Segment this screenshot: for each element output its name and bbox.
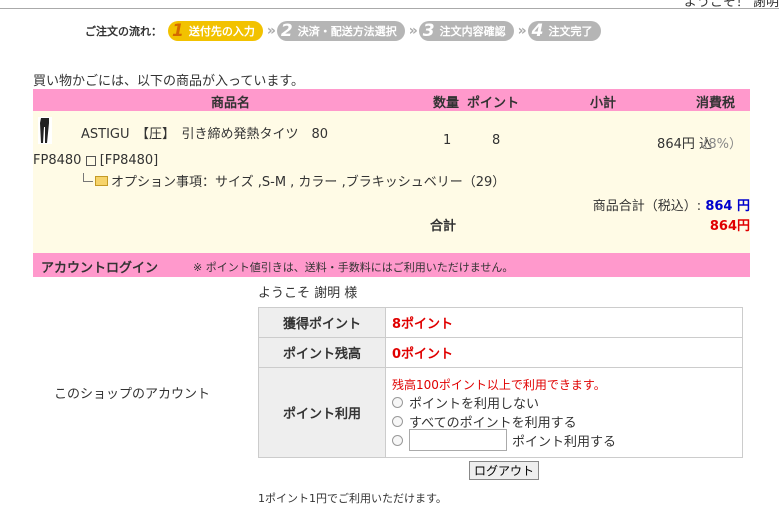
point-usage-notice: 残高100ポイント以上で利用できます。 [392, 377, 606, 392]
item-point: 8 [492, 133, 501, 148]
col-point: ポイント [467, 96, 520, 111]
step-3-label: 注文内容確認 [439, 25, 506, 38]
radio-custom-points-label: ポイント利用する [512, 434, 617, 450]
radio-custom-points[interactable]: ポイント利用する [392, 429, 741, 451]
total-label: 合計 [430, 219, 457, 234]
step-2-number: 2 [280, 21, 293, 41]
shop-account-label: このショップのアカウント [54, 387, 211, 402]
folder-icon [95, 175, 108, 186]
product-name[interactable]: ASTIGU 【圧】 引き締め発熱タイツ 80 [81, 123, 328, 142]
radio-no-points[interactable]: ポイントを利用しない [392, 393, 741, 412]
radio-no-points-label: ポイントを利用しない [409, 396, 540, 412]
goods-total: 商品合計（税込）: 864 円 [593, 195, 750, 214]
cart-body: ASTIGU 【圧】 引き締め発熱タイツ 80 FP8480 [FP8480] … [33, 111, 750, 261]
total-value: 864円 [709, 219, 750, 234]
step-1: 1 送付先の入力 [168, 21, 263, 41]
goods-total-value: 864 円 [705, 199, 750, 214]
item-tax-rate: （8%） [695, 137, 742, 152]
step-2-label: 決済・配送方法選択 [297, 25, 397, 38]
tree-branch-icon [83, 173, 93, 182]
product-code-bracket: [FP8480] [99, 153, 159, 168]
account-login-title: アカウントログイン [41, 261, 159, 276]
chevron-right-icon: » [408, 23, 418, 39]
points-amount-input[interactable] [409, 429, 507, 451]
radio-all-points-label: すべてのポイントを利用する [409, 415, 577, 431]
point-discount-note: ※ ポイント値引きは、送料・手数料にはご利用いただけません。 [193, 261, 514, 274]
order-flow: ご注文の流れ： 1 送付先の入力 » 2 決済・配送方法選択 » 3 注文内容確認 »… [85, 20, 601, 42]
cart-table: 商品名 数量 ポイント 小計 消費税 ASTIGU 【圧】 引き締め発熱タイツ … [33, 89, 750, 261]
col-qty: 数量 [433, 96, 460, 111]
col-subtotal: 小計 [590, 96, 617, 111]
top-bar: ようこそ！ 謝明 [0, 0, 779, 10]
radio-circle-icon[interactable] [392, 434, 403, 446]
step-4-number: 4 [531, 21, 544, 41]
earned-points-value: 8ポイント [385, 307, 743, 338]
earned-points-label: 獲得ポイント [258, 307, 386, 338]
point-usage-label: ポイント利用 [258, 367, 386, 458]
logout-button[interactable]: ログアウト [469, 461, 540, 480]
point-rate-note: 1ポイント1円でご利用いただけます。 [258, 492, 447, 505]
account-login-header: アカウントログイン ※ ポイント値引きは、送料・手数料にはご利用いただけません。 [33, 253, 750, 277]
radio-circle-icon[interactable] [392, 415, 403, 427]
product-code-text: FP8480 [33, 153, 82, 168]
product-option: オプション事項：サイズ ,S-M , カラー ,ブラキッシュベリー（29） [83, 171, 505, 190]
radio-all-points[interactable]: すべてのポイントを利用する [392, 412, 741, 431]
top-greeting: ようこそ！ 謝明 [683, 0, 779, 10]
point-usage-cell: 残高100ポイント以上で利用できます。 ポイントを利用しない すべてのポイントを… [385, 367, 743, 458]
step-4: 4 注文完了 [527, 21, 601, 41]
option-text: オプション事項：サイズ ,S-M , カラー ,ブラキッシュベリー（29） [111, 175, 506, 190]
point-balance-label: ポイント残高 [258, 337, 386, 368]
item-qty: 1 [443, 133, 452, 148]
chevron-right-icon: » [266, 23, 276, 39]
chevron-right-icon: » [517, 23, 527, 39]
point-balance-value: 0ポイント [385, 337, 743, 368]
step-3-number: 3 [422, 21, 435, 41]
step-4-label: 注文完了 [548, 25, 593, 38]
product-code: FP8480 [FP8480] [33, 153, 158, 168]
radio-circle-icon[interactable] [392, 396, 403, 408]
step-3: 3 注文内容確認 [418, 21, 514, 41]
col-tax: 消費税 [696, 96, 736, 111]
goods-total-label: 商品合計（税込）: [592, 199, 702, 214]
step-1-number: 1 [172, 21, 184, 41]
step-2: 2 決済・配送方法選択 [276, 21, 405, 41]
cart-header: 商品名 数量 ポイント 小計 消費税 [33, 89, 750, 111]
cart-intro: 買い物かごには、以下の商品が入っています。 [33, 74, 305, 89]
order-flow-label: ご注文の流れ： [85, 25, 162, 38]
product-thumbnail[interactable] [38, 117, 52, 144]
step-1-label: 送付先の入力 [188, 25, 255, 38]
point-table: 獲得ポイント 8ポイント ポイント残高 0ポイント ポイント利用 残高100ポイ… [258, 307, 743, 458]
copy-icon [85, 155, 96, 166]
col-product-name: 商品名 [211, 96, 251, 111]
welcome-text: ようこそ 謝明 様 [258, 286, 358, 301]
